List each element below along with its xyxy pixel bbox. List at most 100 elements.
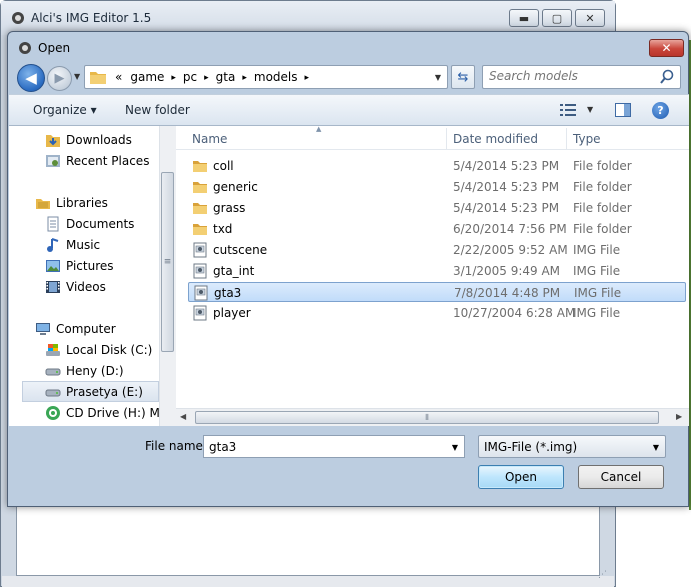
screen: Alci's IMG Editor 1.5 ▬ ▢ ✕ ⋰ Open ✕ ◀ ▶…	[0, 0, 691, 587]
sort-ascending-icon: ▲	[316, 125, 322, 133]
file-name: coll	[213, 159, 234, 173]
horizontal-scrollbar[interactable]: ◀ ⦀ ▶	[176, 408, 689, 426]
file-type: File folder	[573, 180, 632, 194]
dialog-close-button[interactable]: ✕	[649, 39, 684, 57]
search-box[interactable]	[482, 65, 681, 89]
column-divider[interactable]	[446, 128, 447, 150]
minimize-button[interactable]: ▬	[509, 9, 539, 27]
nav-item-prasetya-e[interactable]: Prasetya (E:)	[22, 381, 159, 402]
chevron-right-icon[interactable]: ▸	[239, 70, 250, 86]
search-input[interactable]	[489, 69, 659, 83]
breadcrumb-gta[interactable]: gta	[212, 70, 240, 86]
file-type: File folder	[573, 159, 632, 173]
scroll-left-icon[interactable]: ◀	[180, 412, 186, 421]
file-name-combobox[interactable]: gta3 ▼	[203, 435, 465, 458]
parent-title-bar: Alci's IMG Editor 1.5 ▬ ▢ ✕	[1, 1, 615, 35]
file-date: 5/4/2014 5:23 PM	[453, 159, 560, 173]
nav-item-label: Downloads	[66, 132, 132, 147]
file-type: File folder	[573, 201, 632, 215]
nav-item-label: Local Disk (C:)	[66, 342, 153, 357]
organize-button[interactable]: Organize ▾	[33, 103, 97, 117]
column-date-modified[interactable]: Date modified	[453, 132, 538, 146]
column-divider[interactable]	[566, 128, 567, 150]
open-button[interactable]: Open	[478, 465, 564, 489]
file-list: ▲ Name Date modified Type coll 5/4/2014 …	[176, 125, 689, 426]
nav-item-label: Recent Places	[66, 153, 150, 168]
libraries-icon	[36, 198, 50, 209]
nav-scrollbar-thumb[interactable]: ≡	[161, 172, 174, 352]
file-name: generic	[213, 180, 258, 194]
file-name-dropdown-icon[interactable]: ▼	[452, 443, 458, 452]
cancel-button-label: Cancel	[600, 470, 642, 484]
file-row-gta3[interactable]: gta3 7/8/2014 4:48 PM IMG File	[188, 282, 686, 302]
column-name[interactable]: Name	[192, 132, 227, 146]
hard-drive-icon	[45, 368, 61, 375]
img-file-icon	[193, 242, 207, 258]
file-row-txd[interactable]: txd 6/20/2014 7:56 PM File folder	[188, 219, 686, 239]
breadcrumb-pc[interactable]: pc	[179, 70, 201, 86]
nav-item-label: Heny (D:)	[66, 363, 124, 378]
maximize-button[interactable]: ▢	[542, 9, 572, 27]
minimize-icon: ▬	[518, 11, 530, 25]
breadcrumb-overflow[interactable]: «	[111, 70, 126, 86]
breadcrumb-models[interactable]: models	[250, 70, 302, 86]
recent-pages-dropdown-icon[interactable]: ▼	[74, 72, 80, 81]
computer-icon	[36, 322, 50, 335]
new-folder-button[interactable]: New folder	[125, 103, 190, 117]
parent-close-button[interactable]: ✕	[575, 9, 605, 27]
file-row-coll[interactable]: coll 5/4/2014 5:23 PM File folder	[188, 156, 686, 176]
file-date: 5/4/2014 5:23 PM	[453, 180, 560, 194]
chevron-right-icon[interactable]: ▸	[302, 70, 313, 86]
file-row-grass[interactable]: grass 5/4/2014 5:23 PM File folder	[188, 198, 686, 218]
nav-item-label: Libraries	[56, 195, 108, 210]
file-date: 5/4/2014 5:23 PM	[453, 201, 560, 215]
back-arrow-icon: ◀	[25, 69, 37, 87]
cancel-button[interactable]: Cancel	[578, 465, 664, 489]
column-type[interactable]: Type	[573, 132, 601, 146]
folder-icon	[193, 182, 207, 193]
file-row-player[interactable]: player 10/27/2004 6:28 AM IMG File	[188, 303, 686, 323]
close-icon: ✕	[661, 41, 672, 55]
chevron-right-icon[interactable]: ▸	[168, 70, 179, 86]
help-icon[interactable]: ?	[652, 102, 669, 119]
file-type-select[interactable]: IMG-File (*.img) ▼	[478, 435, 666, 458]
dialog-title-bar[interactable]: Open ✕	[8, 32, 688, 62]
file-type-dropdown-icon[interactable]: ▼	[653, 443, 659, 452]
breadcrumb-game[interactable]: game	[126, 70, 168, 86]
dialog-title: Open	[38, 41, 71, 55]
command-toolbar: Organize ▾ New folder ▼ ?	[9, 94, 689, 126]
file-row-gta-int[interactable]: gta_int 3/1/2005 9:49 AM IMG File	[188, 261, 686, 281]
view-dropdown-icon[interactable]: ▼	[587, 105, 593, 114]
file-name: cutscene	[213, 243, 268, 257]
file-type: IMG File	[574, 286, 622, 300]
img-file-icon	[193, 305, 207, 321]
file-name-value[interactable]: gta3	[209, 440, 236, 454]
scroll-right-icon[interactable]: ▶	[676, 412, 682, 421]
parent-title: Alci's IMG Editor 1.5	[31, 11, 152, 25]
view-options-icon[interactable]	[560, 103, 576, 117]
img-file-icon	[194, 285, 208, 301]
address-dropdown-icon[interactable]: ▼	[435, 73, 441, 82]
horizontal-scrollbar-thumb[interactable]: ⦀	[195, 411, 659, 424]
chevron-right-icon[interactable]: ▸	[201, 70, 212, 86]
back-button[interactable]: ◀	[17, 64, 45, 92]
file-date: 10/27/2004 6:28 AM	[453, 306, 576, 320]
videos-icon	[46, 280, 60, 293]
file-type: File folder	[573, 222, 632, 236]
refresh-button[interactable]: ⇆	[451, 65, 475, 89]
preview-pane-icon[interactable]	[615, 103, 631, 117]
navigation-pane: Downloads Recent Places Libraries Docume…	[9, 126, 176, 426]
file-type: IMG File	[573, 243, 621, 257]
nav-item-label: Music	[66, 237, 101, 252]
address-bar[interactable]: « game ▸ pc ▸ gta ▸ models ▸ ▼	[84, 65, 448, 89]
file-name: gta3	[214, 286, 242, 300]
app-icon	[12, 12, 24, 24]
resize-grip-icon[interactable]: ⋰	[598, 570, 607, 580]
file-row-cutscene[interactable]: cutscene 2/22/2005 9:52 AM IMG File	[188, 240, 686, 260]
file-row-generic[interactable]: generic 5/4/2014 5:23 PM File folder	[188, 177, 686, 197]
nav-item-cd-drive-h[interactable]: CD Drive (H:) Mo	[45, 402, 159, 423]
img-file-icon	[193, 263, 207, 279]
nav-item-label: Videos	[66, 279, 106, 294]
forward-button[interactable]: ▶	[47, 66, 72, 91]
nav-item-label: Computer	[56, 321, 116, 336]
